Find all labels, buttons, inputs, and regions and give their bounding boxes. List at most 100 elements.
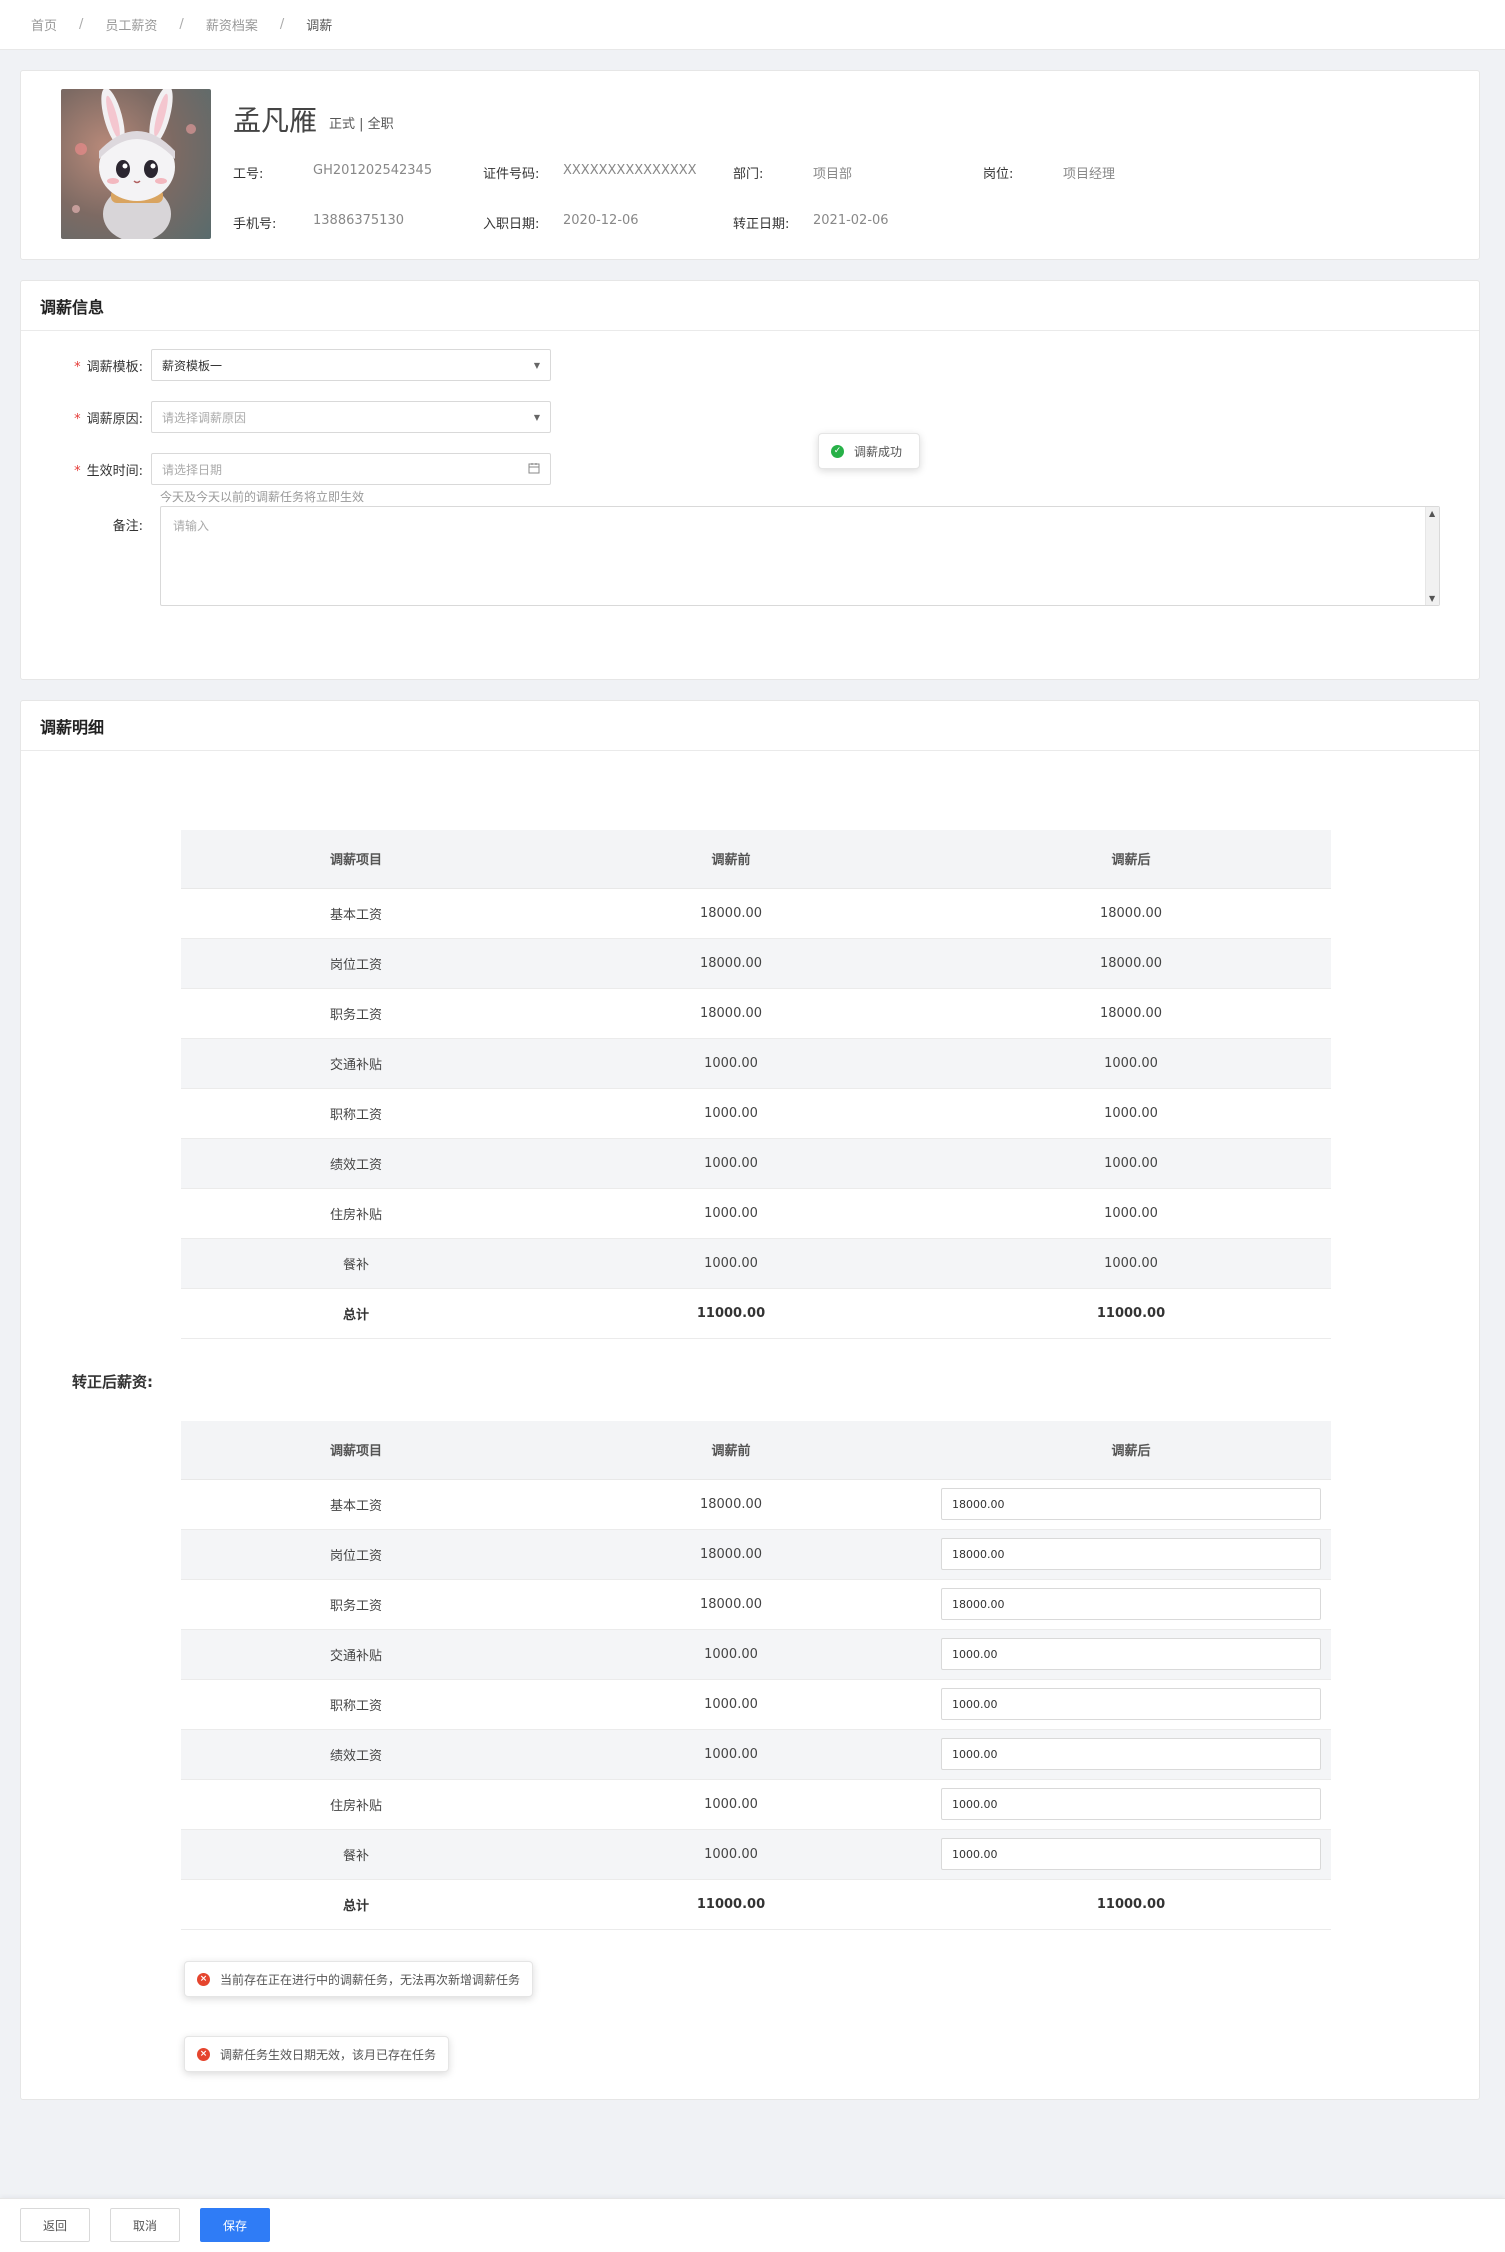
caret-down-icon: ▼	[533, 360, 540, 370]
date-picker-placeholder: 请选择日期	[162, 462, 223, 477]
info-label: 入职日期:	[483, 217, 540, 232]
template-select[interactable]: 薪资模板一 ▼	[151, 349, 551, 381]
breadcrumb-salary-archive[interactable]: 薪资档案	[206, 15, 258, 34]
table-row: 职务工资 18000.00 18000.00	[181, 1579, 1331, 1630]
cell-item: 职务工资	[181, 988, 531, 1039]
cell-before: 1000.00	[531, 1238, 931, 1289]
cell-before: 1000.00	[531, 1138, 931, 1189]
section-title: 调薪明细	[21, 701, 1479, 751]
after-salary-input[interactable]: 1000.00	[941, 1838, 1321, 1870]
textarea-scrollbar[interactable]: ▲ ▼	[1425, 507, 1439, 605]
error-toast: × 调薪任务生效日期无效，该月已存在任务	[184, 2036, 450, 2072]
table-row: 交通补贴 1000.00 1000.00	[181, 1038, 1331, 1089]
remark-textarea[interactable]: 请输入 ▲ ▼	[160, 506, 1440, 606]
close-circle-icon: ×	[197, 2047, 210, 2061]
table-row: 职称工资 1000.00 1000.00	[181, 1679, 1331, 1730]
table-header: 调薪项目 调薪前 调薪后	[181, 830, 1331, 889]
back-button[interactable]: 返回	[20, 2208, 90, 2242]
cell-item: 职务工资	[181, 1579, 531, 1630]
cell-item: 基本工资	[181, 1479, 531, 1530]
cell-item: 绩效工资	[181, 1138, 531, 1189]
cell-item: 绩效工资	[181, 1729, 531, 1780]
cell-before: 18000.00	[531, 1579, 931, 1630]
column-header: 调薪前	[531, 830, 931, 889]
after-salary-input[interactable]: 1000.00	[941, 1788, 1321, 1820]
cell-before: 1000.00	[531, 1679, 931, 1730]
info-label: 手机号:	[233, 217, 277, 232]
after-salary-input[interactable]: 18000.00	[941, 1488, 1321, 1520]
cell-before: 18000.00	[531, 988, 931, 1039]
breadcrumb-home[interactable]: 首页	[31, 15, 57, 34]
info-row-2: 手机号: 13886375130 入职日期: 2020-12-06 转正日期: …	[233, 213, 983, 232]
employee-profile-card: 孟凡雁 正式 | 全职 工号: GH201202542345 证件号码: XXX…	[20, 70, 1480, 260]
table-row: 交通补贴 1000.00 1000.00	[181, 1629, 1331, 1680]
form-row-template: * 调薪模板: 薪资模板一 ▼	[21, 349, 551, 381]
breadcrumb-separator: /	[179, 17, 184, 32]
cell-before: 1000.00	[531, 1779, 931, 1830]
reason-select[interactable]: 请选择调薪原因 ▼	[151, 401, 551, 433]
table-row: 岗位工资 18000.00 18000.00	[181, 1529, 1331, 1580]
cell-item: 职称工资	[181, 1679, 531, 1730]
info-regular-date: 转正日期: 2021-02-06	[733, 213, 983, 232]
salary-table: 调薪项目 调薪前 调薪后 基本工资 18000.00 18000.00 岗位工资 18…	[181, 830, 1331, 1339]
column-header: 调薪项目	[181, 1421, 531, 1480]
effective-hint: 今天及今天以前的调薪任务将立即生效	[160, 490, 365, 504]
cell-before: 1000.00	[531, 1629, 931, 1680]
cell-after: 1000.00	[931, 1088, 1331, 1139]
info-value: 13886375130	[313, 213, 404, 228]
table-row: 绩效工资 1000.00 1000.00	[181, 1138, 1331, 1189]
cell-before: 18000.00	[531, 938, 931, 989]
required-mark: *	[74, 411, 81, 427]
save-button[interactable]: 保存	[200, 2208, 270, 2242]
cell-item: 餐补	[181, 1829, 531, 1880]
column-header: 调薪项目	[181, 830, 531, 889]
table-row: 职务工资 18000.00 18000.00	[181, 988, 1331, 1039]
info-employee-id: 工号: GH201202542345	[233, 163, 483, 182]
table-row: 岗位工资 18000.00 18000.00	[181, 938, 1331, 989]
footer-bar: 返回 取消 保存	[0, 2198, 1505, 2252]
cell-after: 1000.00	[931, 1188, 1331, 1239]
after-probation-label: 转正后薪资:	[72, 1373, 153, 1391]
after-salary-input[interactable]: 1000.00	[941, 1638, 1321, 1670]
info-label: 工号:	[233, 167, 264, 182]
info-phone: 手机号: 13886375130	[233, 213, 483, 232]
scroll-down-icon[interactable]: ▼	[1429, 594, 1435, 603]
breadcrumb-separator: /	[79, 17, 84, 32]
cell-after: 11000.00	[931, 1288, 1331, 1339]
info-label: 证件号码:	[483, 167, 540, 182]
effective-label: * 生效时间:	[74, 463, 143, 479]
caret-down-icon: ▼	[533, 412, 540, 422]
info-value: GH201202542345	[313, 163, 433, 178]
scroll-up-icon[interactable]: ▲	[1429, 509, 1435, 518]
table-row: 绩效工资 1000.00 1000.00	[181, 1729, 1331, 1780]
info-row-1: 工号: GH201202542345 证件号码: XXXXXXXXXXXXXXX…	[233, 163, 1233, 182]
required-mark: *	[74, 463, 81, 479]
effective-date-picker[interactable]: 请选择日期	[151, 453, 551, 485]
after-salary-input[interactable]: 18000.00	[941, 1538, 1321, 1570]
success-toast: ✓ 调薪成功	[818, 433, 920, 469]
cancel-button[interactable]: 取消	[110, 2208, 180, 2242]
total-row: 总计 11000.00 11000.00	[181, 1879, 1331, 1930]
cell-item: 岗位工资	[181, 1529, 531, 1580]
cell-before: 11000.00	[531, 1879, 931, 1930]
table-row: 基本工资 18000.00 18000.00	[181, 888, 1331, 939]
info-value: 项目经理	[1063, 167, 1116, 182]
info-position: 岗位: 项目经理	[983, 163, 1233, 182]
table-row: 住房补贴 1000.00 1000.00	[181, 1779, 1331, 1830]
cell-after: 1000.00	[931, 1138, 1331, 1189]
cell-item: 餐补	[181, 1238, 531, 1289]
after-salary-input[interactable]: 18000.00	[941, 1588, 1321, 1620]
after-salary-input[interactable]: 1000.00	[941, 1738, 1321, 1770]
cell-before: 1000.00	[531, 1038, 931, 1089]
form-row-effective: * 生效时间: 请选择日期	[21, 453, 551, 485]
cell-before: 1000.00	[531, 1188, 931, 1239]
error-toast-text: 调薪任务生效日期无效，该月已存在任务	[220, 2047, 437, 2062]
after-salary-input[interactable]: 1000.00	[941, 1688, 1321, 1720]
table-row: 住房补贴 1000.00 1000.00	[181, 1188, 1331, 1239]
table-row: 餐补 1000.00 1000.00	[181, 1238, 1331, 1289]
breadcrumb-employee-salary[interactable]: 员工薪资	[105, 15, 157, 34]
info-label: 转正日期:	[733, 217, 790, 232]
salary-table-after-probation: 调薪项目 调薪前 调薪后 基本工资 18000.00 18000.00 岗位工资 18…	[181, 1421, 1331, 1930]
cell-after: 1000.00	[931, 1038, 1331, 1089]
reason-select-placeholder: 请选择调薪原因	[162, 410, 247, 425]
